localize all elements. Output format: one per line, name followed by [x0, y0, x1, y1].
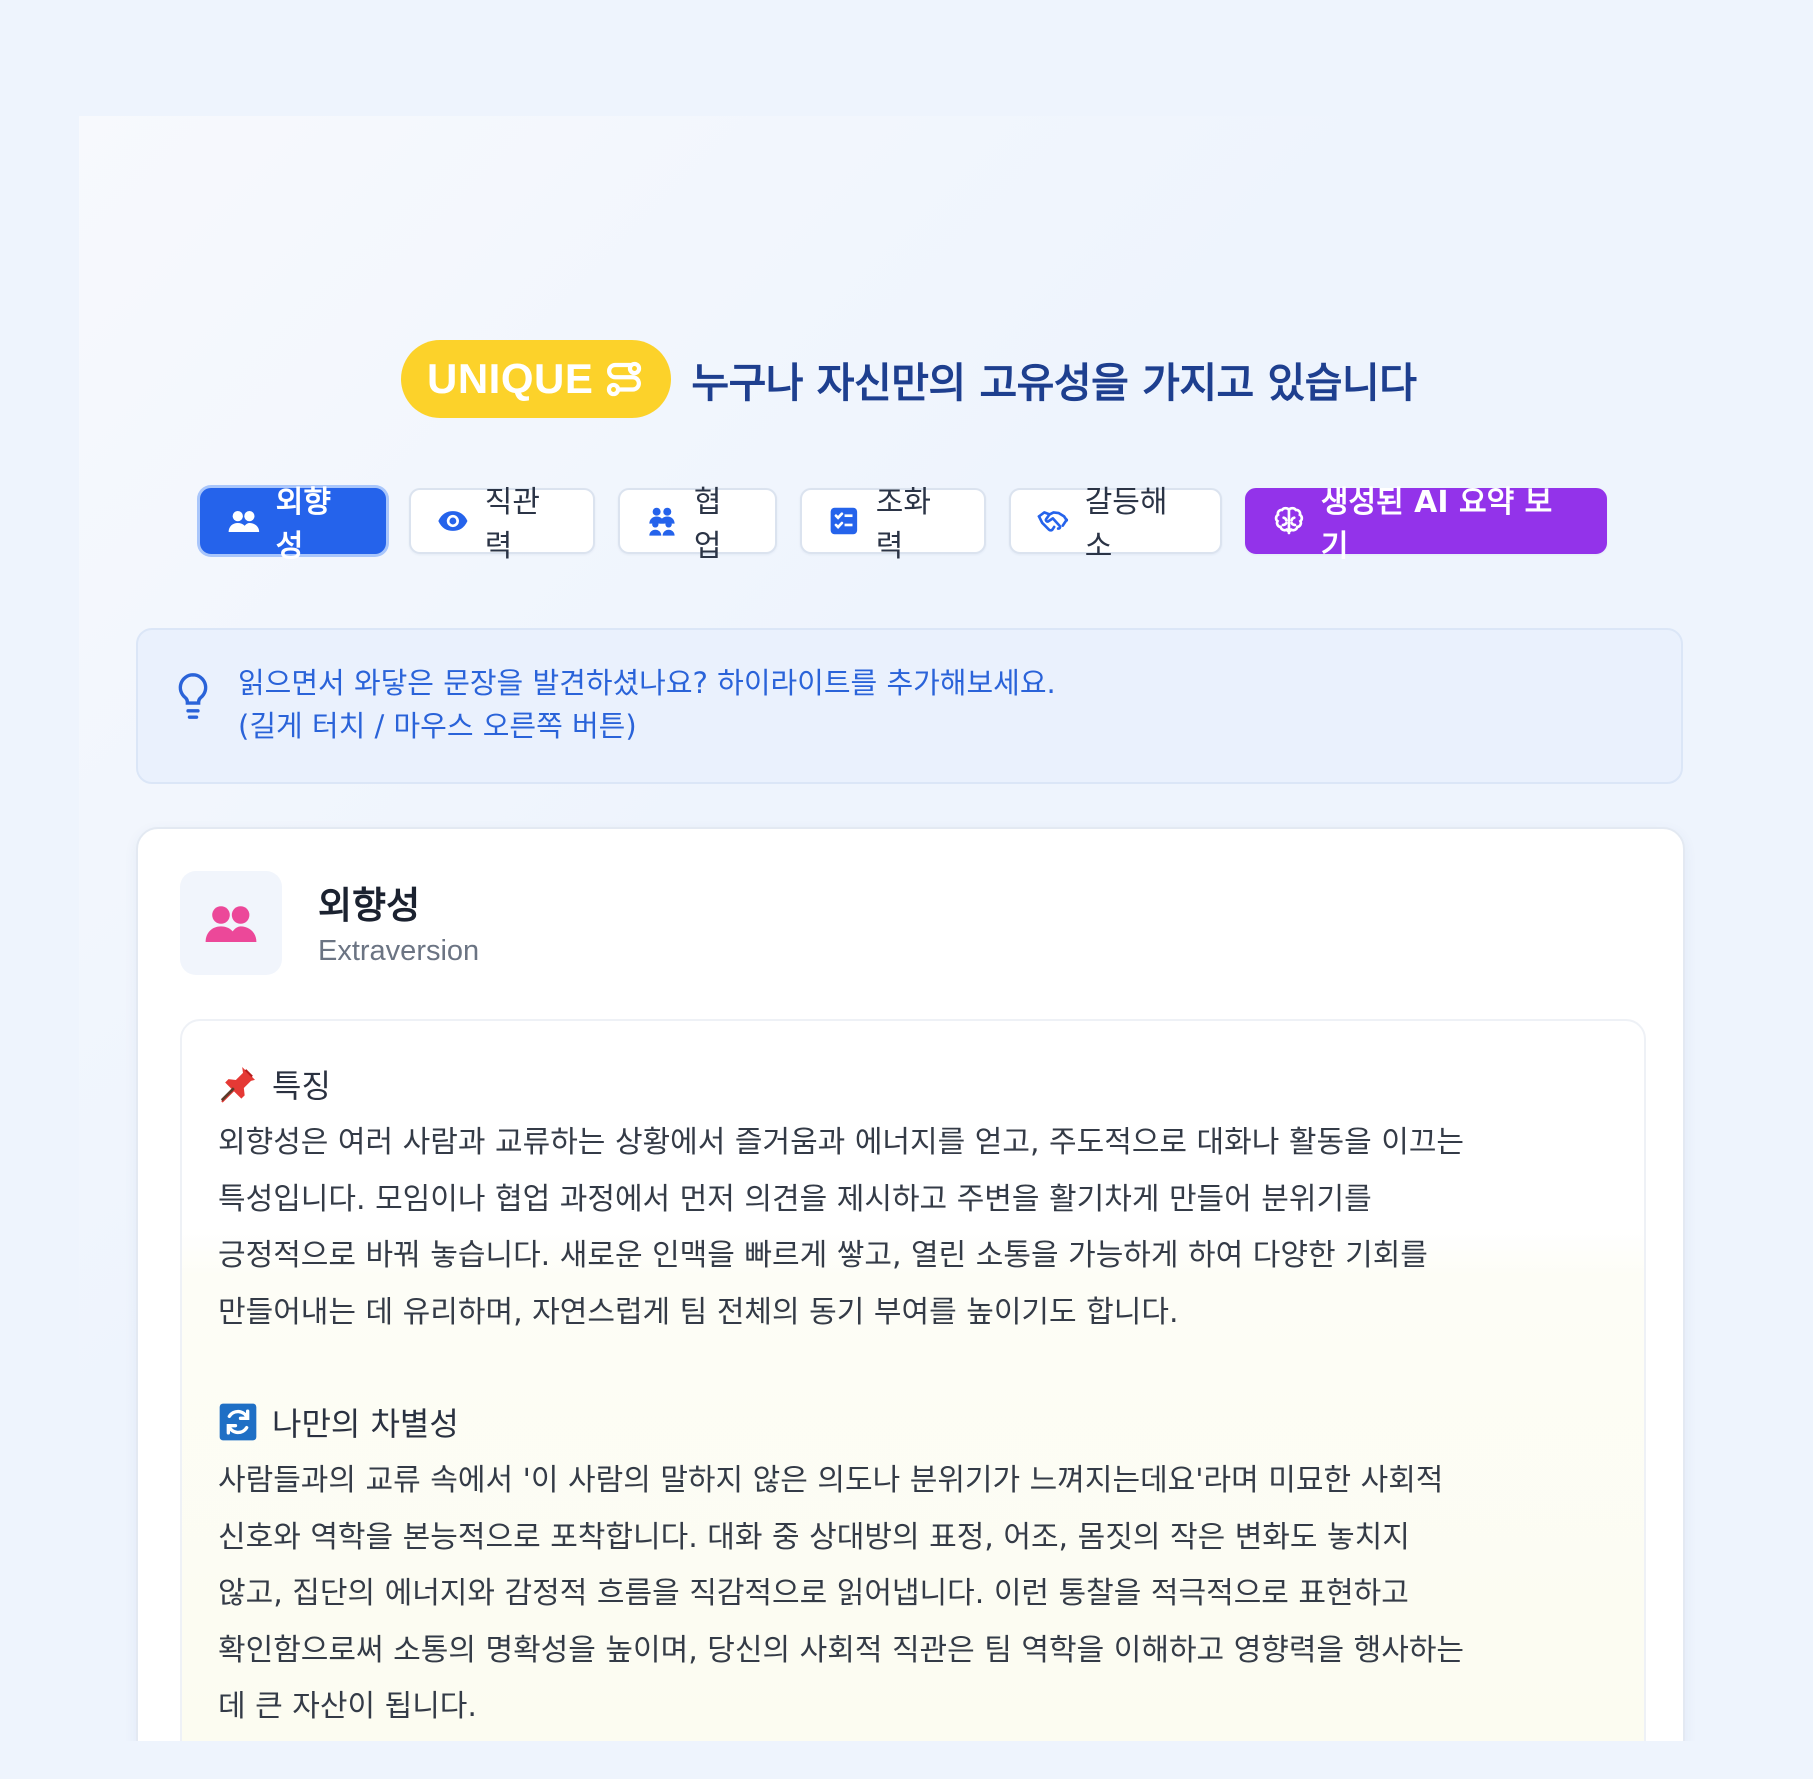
section-characteristics: 특징 외향성은 여러 사람과 교류하는 상황에서 즐거움과 에너지를 얻고, 주…	[218, 1059, 1628, 1341]
tab-collaboration[interactable]: 협업	[618, 485, 777, 564]
tab-intuition[interactable]: 직관력	[409, 485, 595, 564]
trait-title: 외향성	[318, 884, 421, 927]
checklist-icon	[830, 507, 858, 535]
users-icon	[205, 906, 257, 942]
handshake-icon	[1037, 511, 1069, 532]
trait-card: 외향성 Extraversion 특징 외향성은 여러 사람과 교류하는 상황에…	[136, 827, 1685, 1741]
headline: UNIQUE 누구나 자신만의 고유성을 가지고 있습니다	[401, 340, 1417, 418]
trait-subtitle: Extraversion	[318, 935, 480, 967]
unique-badge-label: UNIQUE	[427, 355, 594, 402]
section-body: 외향성은 여러 사람과 교류하는 상황에서 즐거움과 에너지를 얻고, 주도적으…	[218, 1125, 1465, 1330]
lightbulb-icon	[178, 673, 208, 719]
ai-summary-button[interactable]: 생성된 AI 요약 보기	[1245, 485, 1607, 564]
tab-extraversion[interactable]: 외향성	[200, 485, 386, 564]
section-uniqueness: 나만의 차별성 사람들과의 교류 속에서 '이 사람의 말하지 않은 의도나 분…	[218, 1397, 1628, 1736]
trait-icon-box	[180, 871, 282, 975]
tab-harmony[interactable]: 조화력	[800, 485, 986, 564]
tab-bar: 외향성 직관력 협업 조화력 갈등해소 생성된 AI 요약 보기	[200, 485, 1607, 564]
section-heading: 나만의 차별성	[218, 1397, 1628, 1447]
section-heading: 특징	[218, 1059, 1628, 1109]
route-icon	[607, 361, 642, 397]
trait-content: 특징 외향성은 여러 사람과 교류하는 상황에서 즐거움과 에너지를 얻고, 주…	[180, 1019, 1646, 1741]
section-body: 사람들과의 교류 속에서 '이 사람의 말하지 않은 의도나 분위기가 느껴지는…	[218, 1463, 1465, 1724]
unique-badge: UNIQUE	[401, 340, 672, 418]
brain-icon	[1274, 506, 1304, 535]
main-panel: UNIQUE 누구나 자신만의 고유성을 가지고 있습니다 외향성 직관력 협업…	[79, 116, 1813, 1741]
tab-conflict-resolution[interactable]: 갈등해소	[1009, 485, 1222, 564]
tip-text: 읽으면서 와닿은 문장을 발견하셨나요? 하이라이트를 추가해보세요. (길게 …	[238, 666, 1056, 743]
eye-icon	[438, 511, 468, 531]
users-icon	[228, 510, 260, 533]
group-icon	[649, 507, 675, 536]
refresh-icon	[219, 1403, 257, 1441]
pushpin-icon	[220, 1067, 255, 1103]
highlight-tip: 읽으면서 와닿은 문장을 발견하셨나요? 하이라이트를 추가해보세요. (길게 …	[136, 628, 1683, 784]
page-title: 누구나 자신만의 고유성을 가지고 있습니다	[691, 359, 1417, 407]
